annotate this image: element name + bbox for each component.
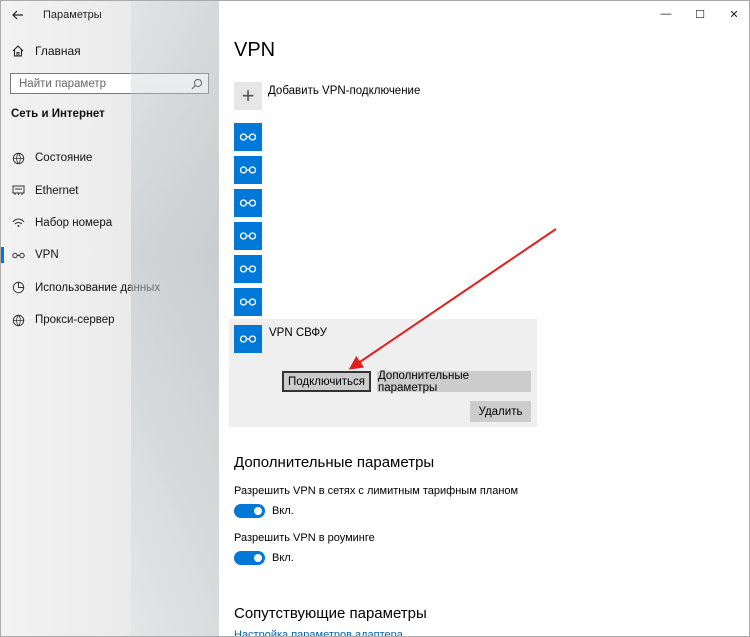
maximize-button[interactable]: ☐ xyxy=(683,1,717,27)
sidebar-item-data-usage[interactable]: Использование данных xyxy=(1,272,219,304)
roaming-toggle[interactable] xyxy=(234,551,265,565)
add-vpn-button[interactable]: + Добавить VPN-подключение xyxy=(234,82,420,110)
vpn-connection-item[interactable] xyxy=(234,123,262,151)
search-input[interactable] xyxy=(19,77,186,90)
metered-toggle-state: Вкл. xyxy=(272,505,294,517)
metered-setting-label: Разрешить VPN в сетях с лимитным тарифны… xyxy=(234,485,519,497)
adapter-settings-link[interactable]: Настройка параметров адаптера xyxy=(234,629,403,636)
sidebar-item-label: Набор номера xyxy=(35,216,113,229)
window-controls: — ☐ ✕ xyxy=(649,1,749,27)
sidebar-item-label: Ethernet xyxy=(35,184,79,197)
sidebar-item-dialup[interactable]: Набор номера xyxy=(1,207,219,239)
sidebar-item-status[interactable]: Состояние xyxy=(1,142,219,174)
plus-icon: + xyxy=(234,82,262,110)
home-icon xyxy=(1,44,35,58)
vpn-connection-item[interactable] xyxy=(234,156,262,184)
data-usage-icon xyxy=(1,281,35,294)
remove-button[interactable]: Удалить xyxy=(470,401,531,422)
home-link[interactable]: Главная xyxy=(1,41,219,61)
sidebar-item-ethernet[interactable]: Ethernet xyxy=(1,174,219,206)
selected-vpn-card[interactable]: VPN СВФУ Подключиться Дополнительные пар… xyxy=(229,319,537,427)
content-pane: — ☐ ✕ VPN + Добавить VPN-подключение VPN… xyxy=(219,1,749,636)
sidebar-item-label: VPN xyxy=(35,249,59,262)
sidebar-nav: Состояние Ethernet Набор номера VPN Испо… xyxy=(1,142,219,336)
back-button[interactable] xyxy=(1,1,35,29)
sidebar-item-label: Прокси-сервер xyxy=(35,314,115,327)
vpn-connection-name: VPN СВФУ xyxy=(269,327,327,339)
search-box[interactable] xyxy=(10,73,209,94)
vpn-connection-icon xyxy=(234,325,262,353)
page-title: VPN xyxy=(234,39,276,61)
vpn-connection-item[interactable] xyxy=(234,288,262,316)
connect-button[interactable]: Подключиться xyxy=(282,371,371,392)
sidebar: Параметры Главная Сеть и Интернет Состоя… xyxy=(1,1,219,636)
vpn-icon xyxy=(1,251,35,260)
globe-status-icon xyxy=(1,152,35,165)
sidebar-item-vpn[interactable]: VPN xyxy=(1,239,219,271)
app-title: Параметры xyxy=(43,9,102,21)
section-label: Сеть и Интернет xyxy=(11,108,105,120)
close-button[interactable]: ✕ xyxy=(717,1,749,27)
sidebar-item-proxy[interactable]: Прокси-сервер xyxy=(1,304,219,336)
settings-window: Параметры Главная Сеть и Интернет Состоя… xyxy=(0,0,750,637)
metered-toggle[interactable] xyxy=(234,504,265,518)
vpn-connection-icon xyxy=(239,265,257,273)
ethernet-icon xyxy=(1,185,35,196)
roaming-setting-label: Разрешить VPN в роуминге xyxy=(234,532,375,544)
minimize-button[interactable]: — xyxy=(649,1,683,27)
dialup-icon xyxy=(1,217,35,228)
vpn-connection-icon xyxy=(239,166,257,174)
vpn-connection-item[interactable] xyxy=(234,255,262,283)
advanced-section-heading: Дополнительные параметры xyxy=(234,454,435,471)
search-icon[interactable] xyxy=(186,78,208,90)
sidebar-item-label: Использование данных xyxy=(35,281,161,294)
globe-icon xyxy=(1,314,35,327)
add-vpn-label: Добавить VPN-подключение xyxy=(268,85,421,97)
related-section-heading: Сопутствующие параметры xyxy=(234,605,427,622)
vpn-connection-icon xyxy=(239,199,257,207)
roaming-toggle-state: Вкл. xyxy=(272,552,294,564)
vpn-connection-list xyxy=(234,123,262,321)
vpn-connection-icon xyxy=(239,298,257,306)
vpn-connection-item[interactable] xyxy=(234,222,262,250)
back-arrow-icon xyxy=(12,10,23,20)
sidebar-item-label: Состояние xyxy=(35,152,93,165)
advanced-options-button[interactable]: Дополнительные параметры xyxy=(377,370,531,394)
vpn-connection-icon xyxy=(239,232,257,240)
home-label: Главная xyxy=(35,44,81,58)
title-bar: Параметры xyxy=(1,1,219,29)
vpn-connection-item[interactable] xyxy=(234,189,262,217)
vpn-connection-icon xyxy=(239,133,257,141)
